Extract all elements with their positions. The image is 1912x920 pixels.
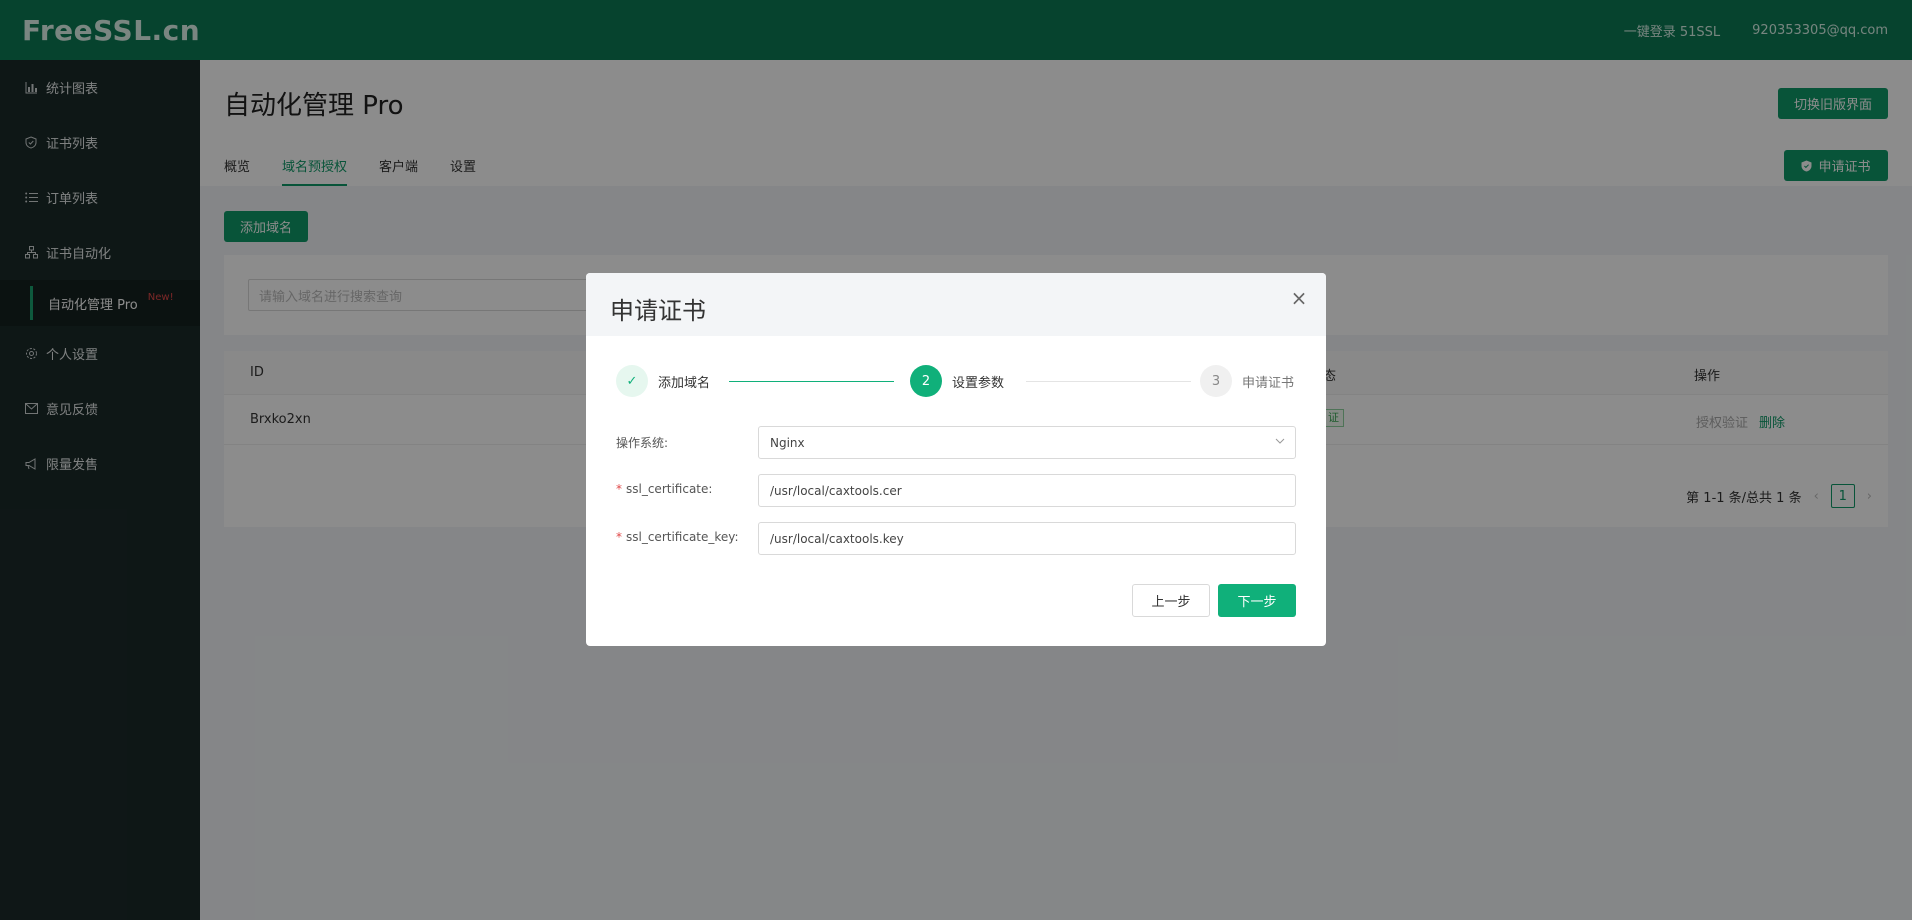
step-set-params: 2 设置参数 (910, 365, 1004, 397)
step-label: 申请证书 (1242, 375, 1295, 391)
check-icon: ✓ (616, 365, 648, 397)
step-add-domain: ✓ 添加域名 (616, 365, 710, 397)
modal-title: 申请证书 (610, 297, 706, 325)
close-icon[interactable]: × (1288, 287, 1310, 309)
step-number: 2 (910, 365, 942, 397)
required-mark: * (616, 482, 622, 496)
modal-header: 申请证书 × (586, 273, 1326, 336)
prev-step-button[interactable]: 上一步 (1132, 584, 1210, 617)
os-select[interactable]: Nginx (758, 426, 1296, 459)
required-mark: * (616, 530, 622, 544)
key-label-text: ssl_certificate_key: (626, 530, 739, 544)
step-label: 添加域名 (658, 375, 711, 391)
step-connector (1026, 381, 1191, 382)
os-label: 操作系统: (616, 436, 669, 450)
step-apply-cert: 3 申请证书 (1200, 365, 1294, 397)
step-label: 设置参数 (952, 375, 1005, 391)
cert-label: * ssl_certificate: (616, 482, 712, 496)
key-row: * ssl_certificate_key: /usr/local/caxtool… (616, 522, 1296, 555)
os-value: Nginx (770, 435, 805, 450)
apply-cert-modal: 申请证书 × ✓ 添加域名 2 设置参数 3 申请证书 操作系统: Nginx … (586, 273, 1326, 646)
next-step-button[interactable]: 下一步 (1218, 584, 1296, 617)
chevron-down-icon (1275, 435, 1285, 449)
ssl-certificate-input[interactable]: /usr/local/caxtools.cer (758, 474, 1296, 507)
step-number: 3 (1200, 365, 1232, 397)
step-connector (729, 381, 894, 382)
os-row: 操作系统: Nginx (616, 426, 1296, 459)
cert-row: * ssl_certificate: /usr/local/caxtools.ce… (616, 474, 1296, 507)
key-label: * ssl_certificate_key: (616, 530, 739, 544)
steps: ✓ 添加域名 2 设置参数 3 申请证书 (616, 365, 1296, 399)
cert-label-text: ssl_certificate: (626, 482, 713, 496)
ssl-certificate-key-input[interactable]: /usr/local/caxtools.key (758, 522, 1296, 555)
